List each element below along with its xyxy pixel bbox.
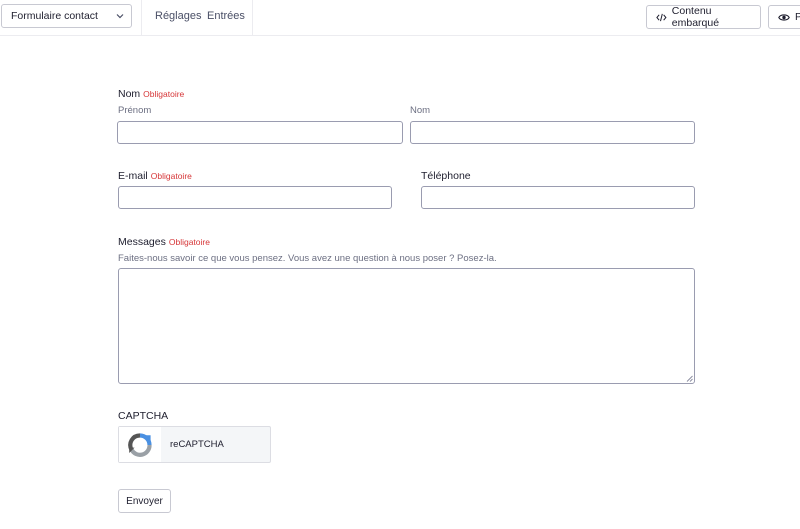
- preview-button[interactable]: P: [768, 5, 800, 29]
- last-name-input[interactable]: [410, 121, 695, 144]
- toolbar-divider: [252, 0, 253, 36]
- name-label-text: Nom: [118, 88, 141, 100]
- recaptcha-logo-icon: [119, 427, 161, 462]
- email-field-label: E-mail Obligatoire: [118, 170, 192, 182]
- captcha-field-label: CAPTCHA: [118, 410, 168, 422]
- eye-icon: [778, 13, 790, 21]
- code-icon: [656, 13, 667, 21]
- preview-button-label: P: [795, 11, 800, 23]
- message-field-label: Messages Obligatoire: [118, 236, 210, 248]
- first-name-sublabel: Prénom: [118, 105, 152, 116]
- tab-entries[interactable]: Entrées: [207, 10, 245, 22]
- submit-button[interactable]: Envoyer: [118, 489, 171, 513]
- phone-input[interactable]: [421, 186, 695, 209]
- top-toolbar: Formulaire contact Réglages Entrées Cont…: [0, 0, 800, 36]
- form-selector-value: Formulaire contact: [11, 10, 98, 22]
- required-indicator: Obligatoire: [168, 237, 210, 247]
- toolbar-divider: [141, 0, 142, 36]
- email-label-text: E-mail: [118, 170, 148, 182]
- message-description: Faites-nous savoir ce que vous pensez. V…: [118, 253, 497, 264]
- form-selector-dropdown[interactable]: Formulaire contact: [1, 4, 132, 28]
- chevron-down-icon: [116, 14, 124, 19]
- message-textarea[interactable]: [118, 268, 695, 384]
- required-indicator: Obligatoire: [143, 89, 185, 99]
- recaptcha-widget[interactable]: reCAPTCHA: [118, 426, 271, 463]
- phone-label-text: Téléphone: [421, 170, 471, 182]
- name-field-label: Nom Obligatoire: [118, 88, 184, 100]
- first-name-input[interactable]: [117, 121, 403, 144]
- required-indicator: Obligatoire: [150, 171, 192, 181]
- embed-button-label: Contenu embarqué: [671, 5, 720, 29]
- resize-handle-icon[interactable]: [686, 375, 693, 382]
- phone-field-label: Téléphone: [421, 170, 471, 182]
- last-name-sublabel: Nom: [410, 105, 431, 116]
- message-label-text: Messages: [118, 236, 166, 248]
- tab-settings[interactable]: Réglages: [155, 10, 201, 22]
- recaptcha-text: reCAPTCHA: [170, 439, 224, 450]
- embed-button[interactable]: Contenu embarqué: [646, 5, 761, 29]
- email-input[interactable]: [118, 186, 392, 209]
- captcha-label-text: CAPTCHA: [118, 410, 169, 422]
